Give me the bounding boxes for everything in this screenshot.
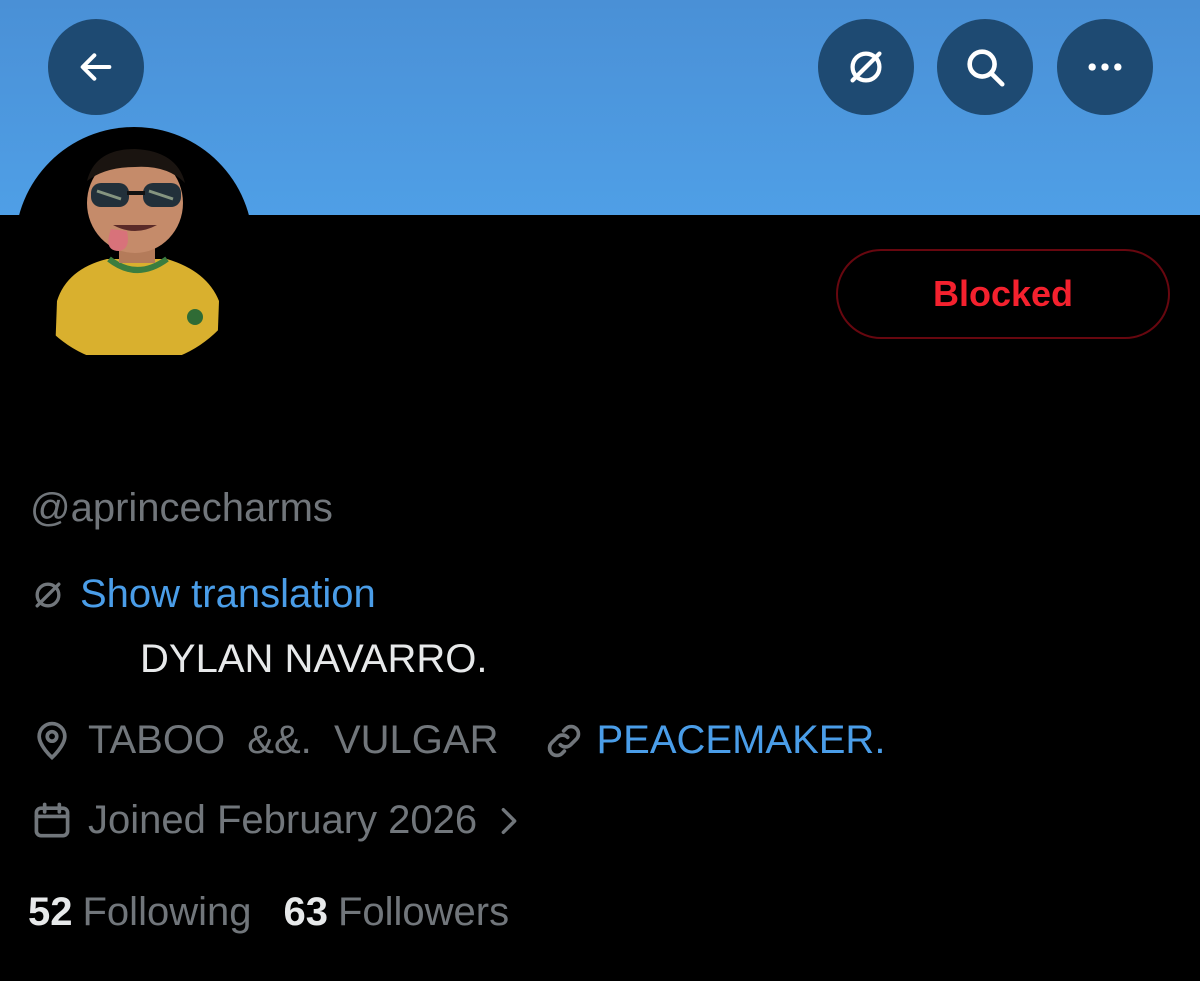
translate-icon xyxy=(35,582,61,607)
arrow-left-icon xyxy=(80,53,112,81)
following-link[interactable]: 52 Following xyxy=(28,890,251,935)
followers-label: Followers xyxy=(337,890,510,934)
search-icon xyxy=(967,49,1005,87)
translate-icon xyxy=(850,51,882,83)
avatar-photo xyxy=(55,149,219,355)
back-button[interactable] xyxy=(48,19,144,115)
follow-stats: 52 Following 63 Followers xyxy=(28,890,509,935)
more-button[interactable] xyxy=(1057,19,1153,115)
following-count: 52 xyxy=(28,890,73,934)
profile-avatar[interactable] xyxy=(15,127,253,365)
translate-button[interactable] xyxy=(818,19,914,115)
link-icon xyxy=(548,724,581,757)
more-horizontal-icon xyxy=(1088,63,1122,71)
show-translation-link[interactable]: Show translation xyxy=(80,572,376,617)
following-label: Following xyxy=(82,890,252,934)
profile-website-link[interactable]: PEACEMAKER. xyxy=(596,718,885,763)
followers-link[interactable]: 63 Followers xyxy=(283,890,509,935)
joined-date: Joined February 2026 xyxy=(88,798,478,842)
blocked-button[interactable]: Blocked xyxy=(836,249,1170,339)
blocked-button-label: Blocked xyxy=(932,273,1074,314)
calendar-icon xyxy=(34,802,70,837)
profile-location: TABOO &&. VULGAR xyxy=(88,718,499,762)
followers-count: 63 xyxy=(283,890,328,934)
joined-date-row[interactable]: Joined February 2026 xyxy=(30,798,523,843)
location-pin-icon xyxy=(37,721,67,760)
show-translation-row[interactable]: Show translation xyxy=(28,572,376,617)
chevron-right-icon xyxy=(501,807,517,834)
profile-handle: @aprincecharms xyxy=(30,486,333,530)
profile-bio: DYLAN NAVARRO. xyxy=(140,637,488,681)
search-button[interactable] xyxy=(937,19,1033,115)
profile-meta-row: TABOO &&. VULGAR PEACEMAKER. xyxy=(30,718,885,763)
